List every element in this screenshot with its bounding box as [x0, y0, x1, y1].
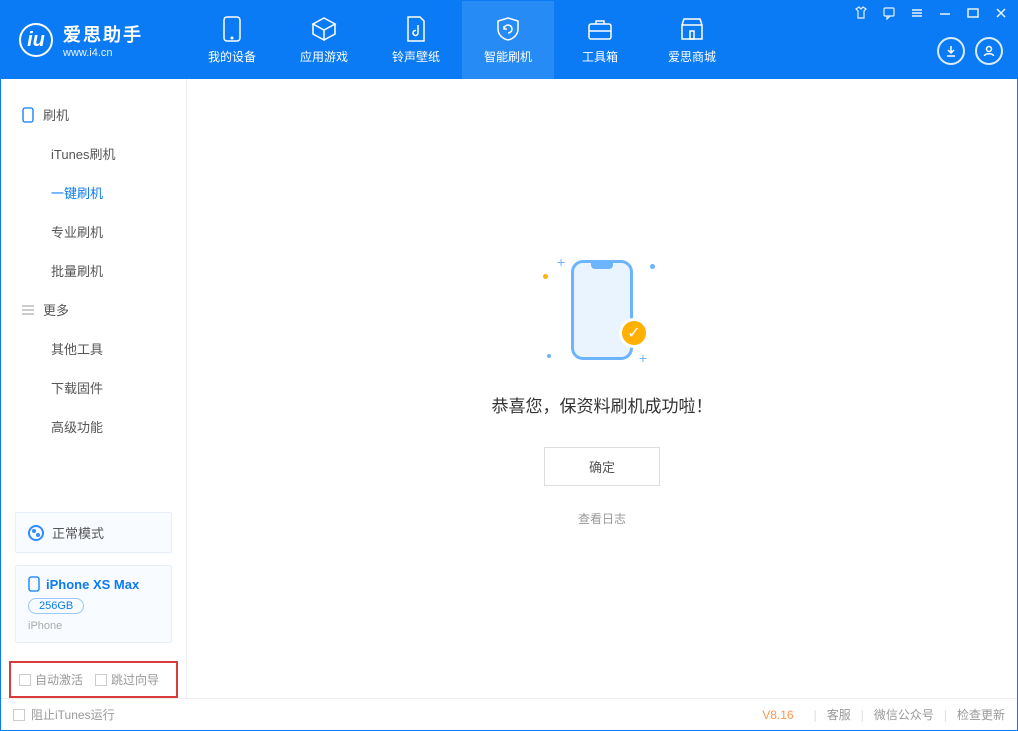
- user-icon[interactable]: [975, 37, 1003, 65]
- header-right-actions: [937, 37, 1003, 65]
- header: iu 爱思助手 www.i4.cn 我的设备 应用游戏 铃声壁纸 智能刷机: [1, 1, 1017, 79]
- sparkle-plus-icon: +: [639, 350, 647, 366]
- store-icon: [679, 16, 705, 42]
- phone-illustration-icon: [571, 260, 633, 360]
- shield-refresh-icon: [495, 16, 521, 42]
- sidebar-item-download-firmware[interactable]: 下载固件: [1, 368, 186, 407]
- cube-icon: [311, 16, 337, 42]
- checkbox-label: 跳过向导: [111, 671, 159, 688]
- sidebar-group-flash: 刷机: [1, 95, 186, 134]
- sidebar-item-onekey-flash[interactable]: 一键刷机: [1, 173, 186, 212]
- download-icon[interactable]: [937, 37, 965, 65]
- checkbox-box-icon: [19, 674, 31, 686]
- device-name: iPhone XS Max: [46, 577, 139, 592]
- separator: |: [814, 708, 817, 722]
- mode-label: 正常模式: [52, 523, 104, 542]
- checkbox-box-icon: [95, 674, 107, 686]
- group-title-text: 刷机: [43, 105, 69, 124]
- briefcase-icon: [587, 16, 613, 42]
- app-window: iu 爱思助手 www.i4.cn 我的设备 应用游戏 铃声壁纸 智能刷机: [0, 0, 1018, 731]
- sparkle-dot-icon: [547, 354, 551, 358]
- highlighted-options: 自动激活 跳过向导: [9, 661, 178, 698]
- confirm-button[interactable]: 确定: [544, 447, 660, 486]
- sidebar-item-itunes-flash[interactable]: iTunes刷机: [1, 134, 186, 173]
- logo-icon: iu: [19, 23, 53, 57]
- link-check-update[interactable]: 检查更新: [957, 706, 1005, 723]
- device-name-row: iPhone XS Max: [28, 576, 159, 592]
- shirt-icon[interactable]: [849, 3, 873, 23]
- checkbox-label: 自动激活: [35, 671, 83, 688]
- nav-toolbox[interactable]: 工具箱: [554, 1, 646, 79]
- nav-store[interactable]: 爱思商城: [646, 1, 738, 79]
- minimize-button[interactable]: [933, 3, 957, 23]
- device-type: iPhone: [28, 620, 159, 632]
- separator: |: [944, 708, 947, 722]
- separator: |: [861, 708, 864, 722]
- app-name: 爱思助手: [63, 21, 143, 47]
- nav-smart-flash[interactable]: 智能刷机: [462, 1, 554, 79]
- device-card[interactable]: iPhone XS Max 256GB iPhone: [15, 565, 172, 643]
- more-lines-icon: [21, 303, 35, 317]
- phone-outline-icon: [21, 108, 35, 122]
- mode-card[interactable]: 正常模式: [15, 512, 172, 553]
- sidebar-group-more: 更多: [1, 290, 186, 329]
- logo-area: iu 爱思助手 www.i4.cn: [1, 1, 186, 79]
- version-text: V8.16: [762, 708, 793, 722]
- checkbox-block-itunes[interactable]: 阻止iTunes运行: [13, 706, 115, 723]
- checkbox-label: 阻止iTunes运行: [31, 706, 115, 723]
- sparkle-plus-icon: +: [557, 254, 565, 270]
- music-file-icon: [403, 16, 429, 42]
- nav-bar: 我的设备 应用游戏 铃声壁纸 智能刷机 工具箱 爱思商城: [186, 1, 738, 79]
- mode-icon: [28, 525, 44, 541]
- view-log-link[interactable]: 查看日志: [578, 510, 626, 527]
- phone-icon: [219, 16, 245, 42]
- sidebar-item-batch-flash[interactable]: 批量刷机: [1, 251, 186, 290]
- window-controls-top: [849, 3, 1013, 23]
- logo-text: 爱思助手 www.i4.cn: [63, 21, 143, 59]
- statusbar: 阻止iTunes运行 V8.16 | 客服 | 微信公众号 | 检查更新: [1, 698, 1017, 730]
- body: 刷机 iTunes刷机 一键刷机 专业刷机 批量刷机 更多 其他工具 下载固件 …: [1, 79, 1017, 698]
- link-support[interactable]: 客服: [827, 706, 851, 723]
- sparkle-dot-icon: [650, 264, 655, 269]
- device-phone-icon: [28, 576, 40, 592]
- sidebar-item-advanced[interactable]: 高级功能: [1, 407, 186, 446]
- nav-label: 工具箱: [582, 48, 618, 65]
- maximize-button[interactable]: [961, 3, 985, 23]
- sparkle-dot-icon: [543, 274, 548, 279]
- group-title-text: 更多: [43, 300, 69, 319]
- nav-label: 应用游戏: [300, 48, 348, 65]
- nav-my-device[interactable]: 我的设备: [186, 1, 278, 79]
- checkbox-skip-guide[interactable]: 跳过向导: [95, 671, 159, 688]
- feedback-icon[interactable]: [877, 3, 901, 23]
- sidebar-item-other-tools[interactable]: 其他工具: [1, 329, 186, 368]
- menu-icon[interactable]: [905, 3, 929, 23]
- checkbox-box-icon: [13, 709, 25, 721]
- nav-label: 我的设备: [208, 48, 256, 65]
- nav-label: 爱思商城: [668, 48, 716, 65]
- nav-ringtones-wallpapers[interactable]: 铃声壁纸: [370, 1, 462, 79]
- check-badge-icon: ✓: [619, 318, 649, 348]
- nav-apps-games[interactable]: 应用游戏: [278, 1, 370, 79]
- close-button[interactable]: [989, 3, 1013, 23]
- nav-label: 铃声壁纸: [392, 48, 440, 65]
- statusbar-links: V8.16 | 客服 | 微信公众号 | 检查更新: [762, 706, 1005, 723]
- sidebar-item-pro-flash[interactable]: 专业刷机: [1, 212, 186, 251]
- nav-label: 智能刷机: [484, 48, 532, 65]
- checkbox-auto-activate[interactable]: 自动激活: [19, 671, 83, 688]
- link-wechat[interactable]: 微信公众号: [874, 706, 934, 723]
- app-url: www.i4.cn: [63, 47, 143, 59]
- main-content: + ✓ + 恭喜您，保资料刷机成功啦！ 确定 查看日志: [187, 79, 1017, 698]
- device-capacity: 256GB: [28, 598, 84, 614]
- sidebar: 刷机 iTunes刷机 一键刷机 专业刷机 批量刷机 更多 其他工具 下载固件 …: [1, 79, 187, 698]
- success-illustration: + ✓ +: [537, 250, 667, 370]
- success-message: 恭喜您，保资料刷机成功啦！: [492, 392, 713, 417]
